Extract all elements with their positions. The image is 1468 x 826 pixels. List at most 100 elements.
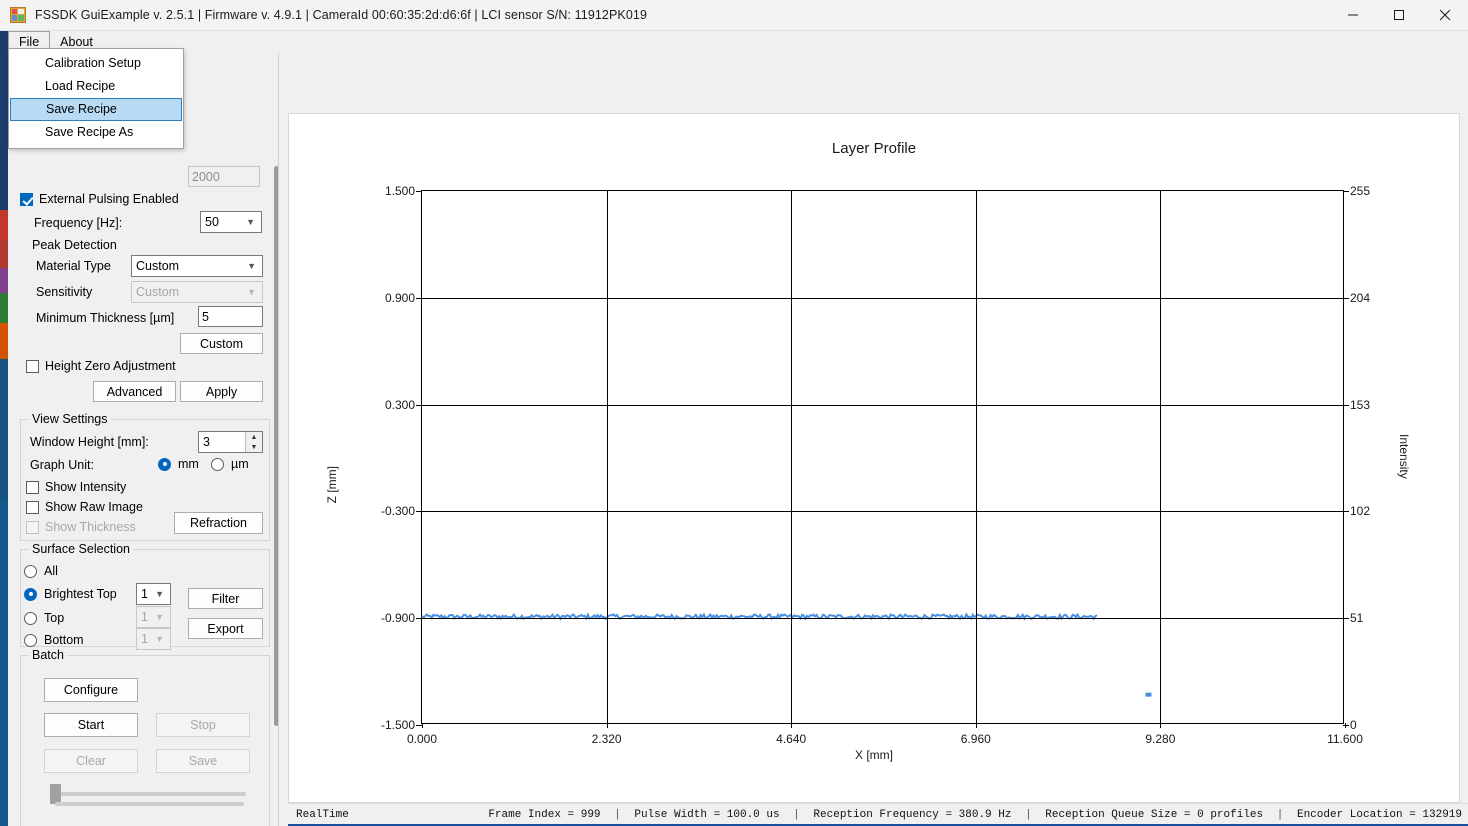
x-axis-tick-label: 2.320 bbox=[592, 723, 622, 746]
batch-clear-button[interactable]: Clear bbox=[44, 749, 138, 773]
status-separator: | bbox=[793, 809, 800, 821]
checkbox-box bbox=[26, 520, 39, 534]
maximize-icon[interactable] bbox=[1376, 0, 1422, 31]
apply-button[interactable]: Apply bbox=[180, 381, 263, 402]
radio-dot bbox=[24, 633, 37, 647]
settings-sidebar: SPEC 2000 External Pulsing Enabled Frequ… bbox=[8, 53, 279, 826]
y2-axis-tick-label: 102 bbox=[1343, 504, 1370, 518]
menu-item-calibration-setup[interactable]: Calibration Setup bbox=[9, 52, 183, 75]
y-axis-tick-label: -1.500 bbox=[381, 718, 423, 732]
frequency-combo[interactable]: 50 ▼ bbox=[200, 211, 262, 233]
show-thickness-label: Show Thickness bbox=[45, 520, 136, 534]
batch-slider-thumb[interactable] bbox=[50, 784, 61, 804]
close-icon[interactable] bbox=[1422, 0, 1468, 31]
status-frame-index: Frame Index = 999 bbox=[488, 809, 601, 821]
show-thickness-checkbox[interactable]: Show Thickness bbox=[26, 520, 136, 534]
status-pulse-width: Pulse Width = 100.0 us bbox=[634, 809, 780, 821]
surface-all-radio[interactable]: All bbox=[24, 564, 58, 578]
radio-dot bbox=[24, 611, 37, 625]
background-window-strip bbox=[0, 293, 8, 323]
menu-bar: File About bbox=[8, 31, 1460, 53]
batch-stop-button[interactable]: Stop bbox=[156, 713, 250, 737]
bottom-count-combo[interactable]: 1 ▼ bbox=[136, 628, 171, 650]
frequency-label: Frequency [Hz]: bbox=[34, 216, 123, 230]
material-type-combo[interactable]: Custom ▼ bbox=[131, 255, 263, 277]
app-grid-icon bbox=[10, 7, 26, 23]
status-reception-queue-size: Reception Queue Size = 0 profiles bbox=[1045, 809, 1264, 821]
surface-bottom-radio[interactable]: Bottom bbox=[24, 633, 84, 647]
background-window-strip bbox=[0, 268, 8, 293]
status-encoder-location: Encoder Location = 132919 bbox=[1296, 809, 1462, 821]
show-intensity-checkbox[interactable]: Show Intensity bbox=[26, 480, 126, 494]
top-count-combo[interactable]: 1 ▼ bbox=[136, 606, 171, 628]
material-type-value: Custom bbox=[136, 259, 180, 273]
surface-brightest-top-label: Brightest Top bbox=[44, 587, 117, 601]
plot-area[interactable]: 0.000 2.320 4.640 6.960 9.280 11.600 1.500 255 0… bbox=[381, 184, 1370, 746]
sensitivity-value: Custom bbox=[136, 285, 180, 299]
batch-slider-track[interactable] bbox=[55, 792, 246, 796]
batch-start-button[interactable]: Start bbox=[44, 713, 138, 737]
application-window: FSSDK GuiExample v. 2.5.1 | Firmware v. … bbox=[0, 0, 1468, 826]
chart-stray-point bbox=[1145, 692, 1152, 697]
batch-save-button[interactable]: Save bbox=[156, 749, 250, 773]
x-axis-tick-label: 4.640 bbox=[776, 723, 806, 746]
status-reception-frequency: Reception Frequency = 380.9 Hz bbox=[813, 809, 1012, 821]
menu-item-save-recipe[interactable]: Save Recipe bbox=[10, 98, 182, 121]
custom-button[interactable]: Custom bbox=[180, 333, 263, 354]
brightest-top-count-combo[interactable]: 1 ▼ bbox=[136, 583, 171, 605]
status-separator: | bbox=[1276, 809, 1284, 821]
window-height-stepper[interactable]: 3 ▲ ▼ bbox=[198, 431, 263, 453]
export-button[interactable]: Export bbox=[188, 618, 263, 639]
chart-gridline-vertical bbox=[606, 191, 608, 723]
filter-button[interactable]: Filter bbox=[188, 588, 263, 609]
sidebar-scrollbar-thumb[interactable] bbox=[274, 166, 278, 726]
checkbox-box bbox=[26, 359, 39, 373]
x-axis-tick-label: 9.280 bbox=[1145, 723, 1175, 746]
background-window-strip bbox=[0, 240, 8, 268]
y-axis-tick-label: -0.900 bbox=[381, 611, 423, 625]
material-type-label: Material Type bbox=[36, 259, 111, 273]
chart-gridline-vertical bbox=[791, 191, 793, 723]
status-mode: RealTime bbox=[296, 809, 349, 821]
chart-gridline-horizontal bbox=[422, 404, 1343, 406]
refraction-button[interactable]: Refraction bbox=[174, 512, 263, 534]
chevron-down-icon: ▼ bbox=[155, 634, 164, 644]
menu-item-load-recipe[interactable]: Load Recipe bbox=[9, 75, 183, 98]
stepper-up-icon[interactable]: ▲ bbox=[246, 432, 262, 442]
y2-axis-label: Intensity bbox=[1397, 434, 1411, 479]
chart-title: Layer Profile bbox=[831, 140, 917, 157]
sidebar-scrollbar[interactable] bbox=[270, 166, 278, 826]
chevron-down-icon: ▼ bbox=[247, 287, 256, 297]
minimum-thickness-label: Minimum Thickness [µm] bbox=[36, 311, 175, 325]
batch-progress-track bbox=[55, 802, 244, 806]
graph-unit-mm-radio[interactable]: mm bbox=[158, 457, 199, 471]
external-pulsing-checkbox[interactable]: External Pulsing Enabled bbox=[20, 192, 179, 206]
checkbox-box bbox=[20, 192, 33, 206]
graph-unit-label: Graph Unit: bbox=[30, 458, 94, 472]
sensitivity-combo[interactable]: Custom ▼ bbox=[131, 281, 263, 303]
chevron-down-icon: ▼ bbox=[155, 589, 164, 599]
surface-top-label: Top bbox=[44, 611, 65, 625]
external-pulsing-label: External Pulsing Enabled bbox=[39, 192, 179, 206]
stepper-down-icon[interactable]: ▼ bbox=[246, 442, 262, 452]
chevron-down-icon: ▼ bbox=[247, 261, 256, 271]
checkbox-box bbox=[26, 500, 39, 514]
chart-gridline-horizontal bbox=[422, 618, 1343, 620]
batch-configure-button[interactable]: Configure bbox=[44, 678, 138, 702]
y-axis-tick-label: 0.900 bbox=[385, 291, 423, 305]
height-zero-adjustment-checkbox[interactable]: Height Zero Adjustment bbox=[26, 359, 176, 373]
minimum-thickness-input[interactable]: 5 bbox=[198, 306, 263, 327]
stepper-arrows[interactable]: ▲ ▼ bbox=[245, 432, 262, 452]
menu-item-save-recipe-as[interactable]: Save Recipe As bbox=[9, 121, 183, 144]
minimize-icon[interactable] bbox=[1330, 0, 1376, 31]
y2-axis-tick-label: 51 bbox=[1343, 611, 1363, 625]
brightest-top-count-value: 1 bbox=[141, 587, 148, 601]
graph-unit-um-radio[interactable]: µm bbox=[211, 457, 249, 471]
advanced-button[interactable]: Advanced bbox=[93, 381, 176, 402]
checkbox-box bbox=[26, 480, 39, 494]
show-raw-image-checkbox[interactable]: Show Raw Image bbox=[26, 500, 143, 514]
obscured-numeric-field[interactable]: 2000 bbox=[188, 166, 260, 187]
surface-top-radio[interactable]: Top bbox=[24, 611, 64, 625]
surface-brightest-top-radio[interactable]: Brightest Top bbox=[24, 587, 117, 601]
radio-dot bbox=[24, 564, 37, 578]
